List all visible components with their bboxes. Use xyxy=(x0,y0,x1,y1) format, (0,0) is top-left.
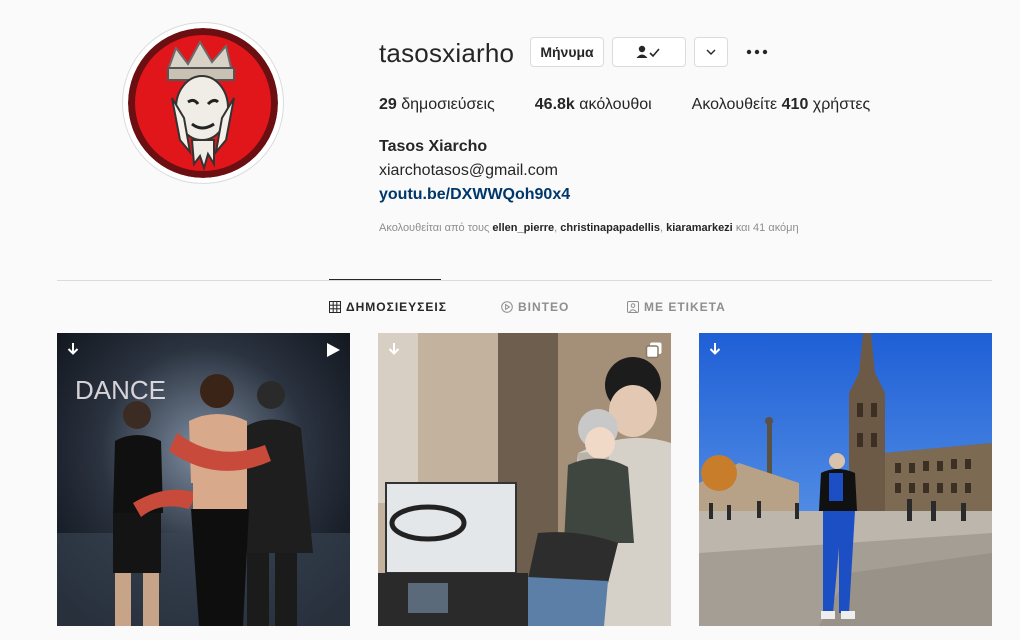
post-scene-text: DANCE xyxy=(75,375,166,405)
message-button[interactable]: Μήνυμα xyxy=(530,37,604,67)
play-circle-icon xyxy=(501,301,513,313)
reel-icon xyxy=(327,343,340,357)
profile-website-link[interactable]: youtu.be/DXWWQoh90x4 xyxy=(379,186,570,204)
followed-by-prefix: Ακολουθείται από τους xyxy=(379,222,490,234)
post-tile[interactable] xyxy=(699,333,992,626)
profile-stats: 29 δημοσιεύσεις 46.8k ακόλουθοι Ακολουθε… xyxy=(379,96,910,114)
post-image-father-child xyxy=(378,333,671,626)
post-image-dance: DANCE xyxy=(57,333,350,626)
posts-count-label: δημοσιεύσεις xyxy=(401,96,495,113)
profile-email: xiarchotasos@gmail.com xyxy=(379,162,558,179)
post-tile[interactable] xyxy=(378,333,671,626)
followers-count[interactable]: 46.8k ακόλουθοι xyxy=(535,96,652,114)
posts-count-value: 29 xyxy=(379,96,397,113)
tabs-divider xyxy=(57,280,992,281)
download-icon[interactable] xyxy=(707,341,723,357)
download-icon[interactable] xyxy=(65,341,81,357)
following-prefix: Ακολουθείτε xyxy=(691,96,778,113)
tab-posts[interactable]: ΔΗΜΟΣΙΕΥΣΕΙΣ xyxy=(329,300,447,314)
chevron-down-icon xyxy=(706,49,716,55)
following-button[interactable] xyxy=(612,37,686,67)
following-count[interactable]: Ακολουθείτε 410 χρήστες xyxy=(692,96,871,114)
followed-by-user: christinapapadellis xyxy=(560,222,660,234)
grid-icon xyxy=(329,301,341,313)
post-image-city-square xyxy=(699,333,992,626)
profile-full-name: Tasos Xiarcho xyxy=(379,138,488,155)
download-icon[interactable] xyxy=(386,341,402,357)
profile-avatar-ring[interactable] xyxy=(122,22,284,184)
tab-video[interactable]: ΒΙΝΤΕΟ xyxy=(501,300,569,314)
suggested-accounts-button[interactable] xyxy=(694,37,728,67)
followers-count-value: 46.8k xyxy=(534,96,575,113)
posts-count: 29 δημοσιεύσεις xyxy=(379,96,495,114)
followed-by-user: kiaramarkezi xyxy=(666,222,733,234)
followers-count-label: ακόλουθοι xyxy=(579,96,652,113)
tab-posts-label: ΔΗΜΟΣΙΕΥΣΕΙΣ xyxy=(346,300,447,314)
profile-username: tasosxiarho xyxy=(379,38,515,68)
tab-tagged-label: ΜΕ ΕΤΙΚΕΤΑ xyxy=(644,300,726,314)
following-count-value: 410 xyxy=(781,96,809,113)
crowned-face-avatar-icon xyxy=(128,28,278,178)
followed-by-user: ellen_pierre xyxy=(492,222,555,234)
tab-tagged[interactable]: ΜΕ ΕΤΙΚΕΤΑ xyxy=(627,300,726,314)
post-tile[interactable]: DANCE xyxy=(57,333,350,626)
followed-by-suffix: και 41 ακόμη xyxy=(735,222,799,234)
tag-icon xyxy=(627,301,639,313)
carousel-icon xyxy=(645,342,662,359)
profile-avatar[interactable] xyxy=(128,28,278,178)
active-tab-indicator xyxy=(329,279,441,280)
more-horizontal-icon[interactable] xyxy=(745,42,769,62)
person-check-icon xyxy=(636,45,660,58)
followed-by[interactable]: Ακολουθείται από τους ellen_pierre, chri… xyxy=(379,222,799,234)
tab-video-label: ΒΙΝΤΕΟ xyxy=(518,300,570,314)
following-suffix: χρήστες xyxy=(812,96,871,113)
